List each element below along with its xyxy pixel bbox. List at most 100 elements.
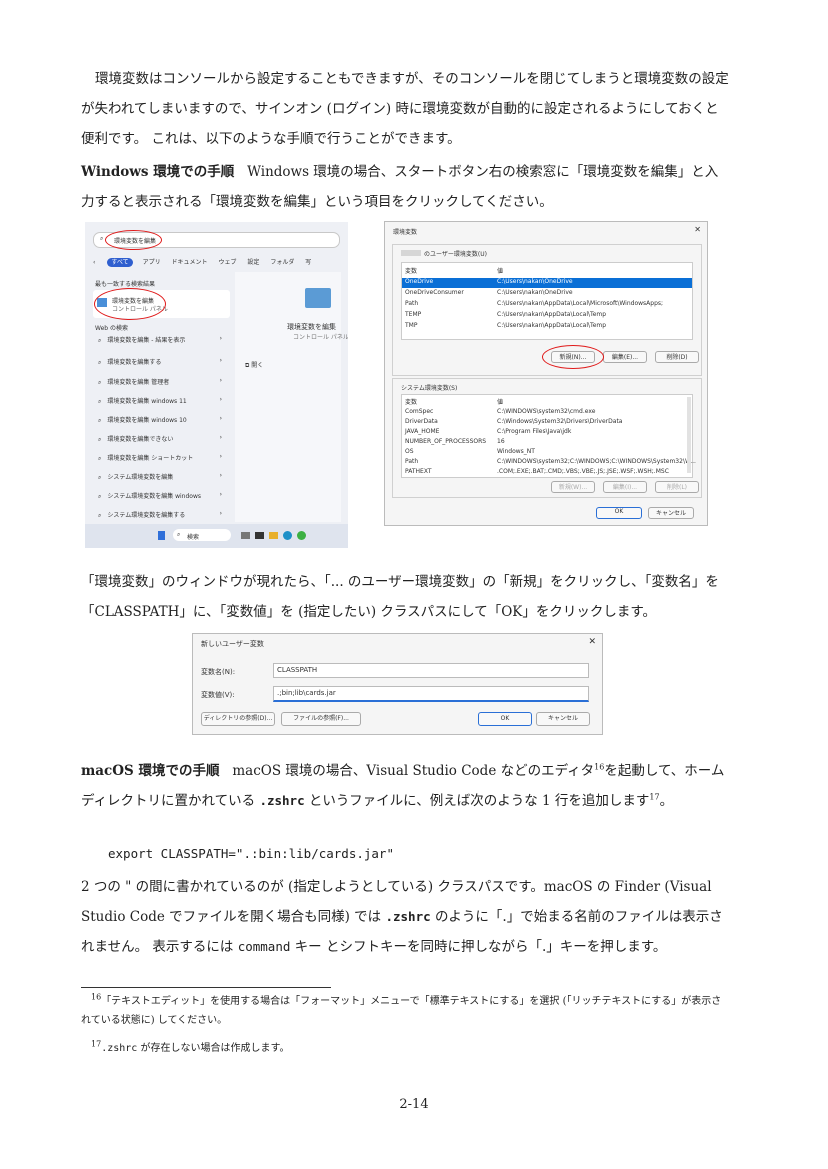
web-result-item[interactable]: ⌕ 環境変数を編集 - 結果を表示 › <box>93 335 230 345</box>
search-icon: ⌕ <box>98 455 102 462</box>
table-row[interactable]: Path C:\WINDOWS\system32;C:\WINDOWS;C:\WI… <box>402 458 696 468</box>
macos-heading: macOS 環境での手順 <box>81 763 220 779</box>
windows-paragraph: Windows 環境での手順 Windows 環境の場合、スタートボタン右の検索… <box>81 157 731 217</box>
variable-name-input[interactable]: CLASSPATH <box>273 663 589 678</box>
web-result-item[interactable]: ⌕ 環境変数を編集 ショートカット › <box>93 453 230 463</box>
windows-start-icon[interactable] <box>158 531 165 540</box>
tab-apps[interactable]: アプリ <box>143 259 161 266</box>
search-icon: ⌕ <box>100 235 104 242</box>
tab-web[interactable]: ウェブ <box>218 259 236 266</box>
macos-paragraph: macOS 環境での手順 macOS 環境の場合、Visual Studio C… <box>81 762 725 809</box>
page-number: 2-14 <box>399 1097 429 1112</box>
table-row[interactable]: TEMP C:\Users\nakan\AppData\Local\Temp <box>402 311 692 321</box>
table-row[interactable]: PATHEXT .COM;.EXE;.BAT;.CMD;.VBS;.VBE;.JS… <box>402 468 692 478</box>
control-panel-large-icon <box>305 288 331 308</box>
chevron-right-icon: › <box>219 377 222 384</box>
close-icon[interactable]: ✕ <box>588 637 596 647</box>
search-icon: ⌕ <box>98 379 102 386</box>
tab-folders[interactable]: フォルダ <box>270 259 294 266</box>
variable-name-label: 変数名(N): <box>201 668 236 676</box>
new-variable-title: 新しいユーザー変数 <box>201 640 264 648</box>
search-icon: ⌕ <box>98 337 102 344</box>
preview-open-action[interactable]: ⧉ 開く <box>245 360 263 370</box>
back-arrow-icon[interactable]: ‹ <box>93 259 95 266</box>
env-vars-dialog: 環境変数 ✕ のユーザー環境変数(U) 変数 値 OneDrive C:\Users… <box>384 221 708 526</box>
code-snippet: export CLASSPATH=".:bin:lib/cards.jar" <box>108 846 394 861</box>
web-result-item[interactable]: ⌕ 環境変数を編集 windows 11 › <box>93 396 230 406</box>
browse-file-button[interactable]: ファイルの参照(F)... <box>281 712 361 726</box>
table-row[interactable]: OneDrive C:\Users\nakan\OneDrive <box>402 278 692 288</box>
tab-documents[interactable]: ドキュメント <box>172 259 208 266</box>
web-result-item[interactable]: ⌕ 環境変数を編集 管理者 › <box>93 377 230 387</box>
system-vars-table: 変数値 ComSpec C:\WINDOWS\system32\cmd.exe D… <box>401 394 696 478</box>
column-header-value[interactable]: 値 <box>497 266 503 275</box>
web-result-item[interactable]: ⌕ システム環境変数を編集する › <box>93 510 230 520</box>
column-header-variable[interactable]: 変数 <box>405 266 417 275</box>
app-icon[interactable] <box>255 532 264 539</box>
chevron-right-icon: › <box>219 491 222 498</box>
web-result-item[interactable]: ⌕ 環境変数を編集する › <box>93 357 230 367</box>
web-search-header: Web の検索 <box>95 325 128 332</box>
start-menu-screenshot: ⌕ 環境変数を編集 ‹ すべて アプリ ドキュメント ウェブ 設定 フォルダ 写… <box>85 222 348 548</box>
user-vars-group: のユーザー環境変数(U) 変数 値 OneDrive C:\Users\nakan\… <box>392 244 702 376</box>
user-edit-button[interactable]: 編集(E)... <box>603 351 647 363</box>
tab-photos[interactable]: 写 <box>305 259 311 266</box>
cancel-button[interactable]: キャンセル <box>536 712 590 726</box>
highlight-search-circle <box>105 230 162 250</box>
cancel-button[interactable]: キャンセル <box>648 507 694 519</box>
scrollbar[interactable] <box>687 397 691 473</box>
system-delete-button[interactable]: 削除(L) <box>655 481 699 493</box>
search-icon: ⌕ <box>98 436 102 443</box>
folder-icon[interactable] <box>269 532 278 539</box>
web-result-item[interactable]: ⌕ 環境変数を編集できない › <box>93 434 230 444</box>
preview-title: 環境変数を編集 <box>287 323 336 331</box>
table-row[interactable]: OneDriveConsumer C:\Users\nakan\OneDrive <box>402 289 692 299</box>
system-vars-group: システム環境変数(S) 変数値 ComSpec C:\WINDOWS\system… <box>392 378 702 498</box>
web-result-item[interactable]: ⌕ 環境変数を編集 windows 10 › <box>93 415 230 425</box>
footnote-mark-17: 17 <box>649 792 660 802</box>
table-row[interactable]: DriverData C:\Windows\System32\Drivers\Dr… <box>402 418 692 428</box>
ok-button[interactable]: OK <box>478 712 532 726</box>
zshrc-filename: .zshrc <box>259 793 305 808</box>
table-row[interactable]: Path C:\Users\nakan\AppData\Local\Microso… <box>402 300 692 310</box>
web-result-item[interactable]: ⌕ システム環境変数を編集 windows › <box>93 491 230 501</box>
zshrc-filename: .zshrc <box>385 909 431 924</box>
variable-value-label: 変数値(V): <box>201 691 235 699</box>
user-vars-table: 変数 値 OneDrive C:\Users\nakan\OneDrive OneD… <box>401 262 693 340</box>
user-delete-button[interactable]: 削除(D) <box>655 351 699 363</box>
footnote-divider <box>81 987 331 988</box>
chevron-right-icon: › <box>219 415 222 422</box>
env-dialog-title: 環境変数 <box>393 229 418 236</box>
chevron-right-icon: › <box>219 357 222 364</box>
search-icon: ⌕ <box>177 531 181 538</box>
table-row[interactable]: TMP C:\Users\nakan\AppData\Local\Temp <box>402 322 692 332</box>
tab-all[interactable]: すべて <box>107 258 133 267</box>
taskbar-search[interactable]: ⌕ 検索 <box>173 529 231 541</box>
edge-icon[interactable] <box>283 531 292 540</box>
best-match-header: 最も一致する検索結果 <box>95 281 156 288</box>
search-icon: ⌕ <box>98 493 102 500</box>
search-icon: ⌕ <box>98 474 102 481</box>
variable-value-input[interactable]: .;bin;lib\cards.jar <box>273 686 589 702</box>
table-row[interactable]: ComSpec C:\WINDOWS\system32\cmd.exe <box>402 408 692 418</box>
tab-settings[interactable]: 設定 <box>247 259 259 266</box>
ok-button[interactable]: OK <box>596 507 642 519</box>
taskview-icon[interactable] <box>241 532 250 539</box>
system-new-button[interactable]: 新規(W)... <box>551 481 595 493</box>
web-result-item[interactable]: ⌕ システム環境変数を編集 › <box>93 472 230 482</box>
preview-subtitle: コントロール パネル <box>293 334 348 341</box>
command-key-text: command <box>237 939 291 954</box>
close-icon[interactable]: ✕ <box>694 225 701 234</box>
browse-directory-button[interactable]: ディレクトリの参照(D)... <box>201 712 275 726</box>
chrome-icon[interactable] <box>297 531 306 540</box>
intro-paragraph: 環境変数はコンソールから設定することもできますが、そのコンソールを閉じてしまうと… <box>81 64 731 154</box>
system-edit-button[interactable]: 編集(I)... <box>603 481 647 493</box>
footnote-17: 17.zshrc が存在しない場合は作成します。 <box>91 1039 290 1054</box>
search-icon: ⌕ <box>98 398 102 405</box>
chevron-right-icon: › <box>219 510 222 517</box>
table-row[interactable]: NUMBER_OF_PROCESSORS 16 <box>402 438 692 448</box>
table-row[interactable]: OS Windows_NT <box>402 448 692 458</box>
paragraph-new-variable-text: 「環境変数」のウィンドウが現れたら、「... のユーザー環境変数」の「新規」をク… <box>81 574 719 620</box>
search-icon: ⌕ <box>98 512 102 519</box>
table-row[interactable]: JAVA_HOME C:\Program Files\Java\jdk <box>402 428 692 438</box>
